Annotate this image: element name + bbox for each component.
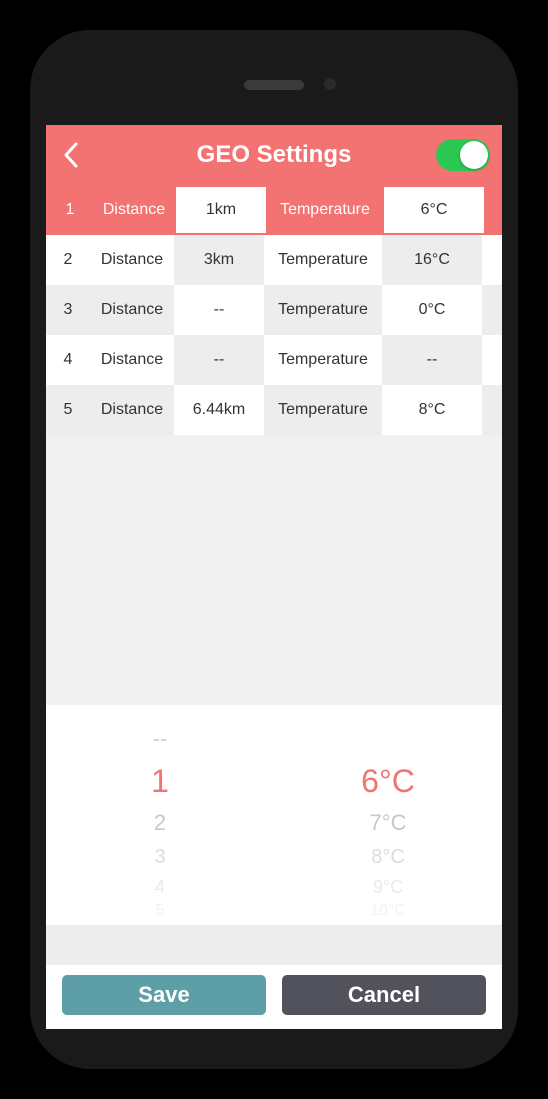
picker-item-selected[interactable]: 1 bbox=[151, 757, 169, 805]
distance-label: Distance bbox=[90, 301, 174, 319]
table-row[interactable]: 3 Distance -- Temperature 0°C bbox=[46, 285, 502, 335]
row-number: 1 bbox=[48, 201, 92, 219]
picker-item[interactable]: 5 bbox=[156, 901, 165, 921]
empty-area bbox=[46, 435, 502, 705]
temperature-label: Temperature bbox=[266, 201, 384, 219]
rules-table: 1 Distance 1km Temperature 6°C 2 Distanc… bbox=[46, 185, 502, 435]
back-button[interactable] bbox=[46, 125, 96, 185]
distance-label: Distance bbox=[90, 351, 174, 369]
row-number: 3 bbox=[46, 301, 90, 319]
header-bar: GEO Settings bbox=[46, 125, 502, 185]
row-number: 2 bbox=[46, 251, 90, 269]
table-row[interactable]: 4 Distance -- Temperature -- bbox=[46, 335, 502, 385]
picker-item[interactable]: 2 bbox=[154, 805, 166, 841]
distance-label: Distance bbox=[90, 251, 174, 269]
chevron-left-icon bbox=[63, 142, 79, 168]
button-bar: Save Cancel bbox=[46, 965, 502, 1029]
picker-item[interactable]: 10°C bbox=[370, 901, 406, 921]
distance-value[interactable]: 3km bbox=[174, 235, 264, 285]
table-row[interactable]: 1 Distance 1km Temperature 6°C bbox=[46, 185, 502, 235]
geo-toggle[interactable] bbox=[436, 139, 490, 171]
temperature-picker-column[interactable]: 6°C 7°C 8°C 9°C 10°C bbox=[274, 705, 502, 925]
distance-value[interactable]: -- bbox=[174, 285, 264, 335]
picker-item[interactable]: -- bbox=[153, 721, 168, 757]
save-button[interactable]: Save bbox=[62, 975, 266, 1015]
distance-picker-column[interactable]: -- 1 2 3 4 5 bbox=[46, 705, 274, 925]
phone-speaker bbox=[244, 80, 304, 90]
distance-value[interactable]: 1km bbox=[176, 187, 266, 233]
picker-item[interactable]: 7°C bbox=[370, 805, 407, 841]
temperature-value[interactable]: -- bbox=[382, 335, 482, 385]
temperature-label: Temperature bbox=[264, 351, 382, 369]
distance-label: Distance bbox=[90, 401, 174, 419]
temperature-value[interactable]: 8°C bbox=[382, 385, 482, 435]
picker-item[interactable]: 8°C bbox=[371, 841, 405, 873]
row-number: 4 bbox=[46, 351, 90, 369]
phone-camera bbox=[324, 78, 336, 90]
temperature-label: Temperature bbox=[264, 251, 382, 269]
spacer bbox=[46, 925, 502, 965]
temperature-value[interactable]: 6°C bbox=[384, 187, 484, 233]
toggle-knob bbox=[460, 141, 488, 169]
value-picker: -- 1 2 3 4 5 6°C 7°C 8°C 9°C 10°C bbox=[46, 705, 502, 925]
temperature-value[interactable]: 0°C bbox=[382, 285, 482, 335]
picker-item-selected[interactable]: 6°C bbox=[361, 757, 415, 805]
temperature-label: Temperature bbox=[264, 301, 382, 319]
temperature-label: Temperature bbox=[264, 401, 382, 419]
picker-item[interactable]: 3 bbox=[154, 841, 165, 873]
table-row[interactable]: 2 Distance 3km Temperature 16°C bbox=[46, 235, 502, 285]
page-title: GEO Settings bbox=[46, 141, 502, 169]
row-number: 5 bbox=[46, 401, 90, 419]
distance-value[interactable]: -- bbox=[174, 335, 264, 385]
phone-frame: GEO Settings 1 Distance 1km Temperature … bbox=[30, 30, 518, 1069]
distance-value[interactable]: 6.44km bbox=[174, 385, 264, 435]
table-row[interactable]: 5 Distance 6.44km Temperature 8°C bbox=[46, 385, 502, 435]
distance-label: Distance bbox=[92, 201, 176, 219]
cancel-button[interactable]: Cancel bbox=[282, 975, 486, 1015]
picker-item[interactable]: 4 bbox=[155, 873, 165, 901]
picker-item[interactable]: 9°C bbox=[373, 873, 403, 901]
app-screen: GEO Settings 1 Distance 1km Temperature … bbox=[46, 125, 502, 1029]
temperature-value[interactable]: 16°C bbox=[382, 235, 482, 285]
